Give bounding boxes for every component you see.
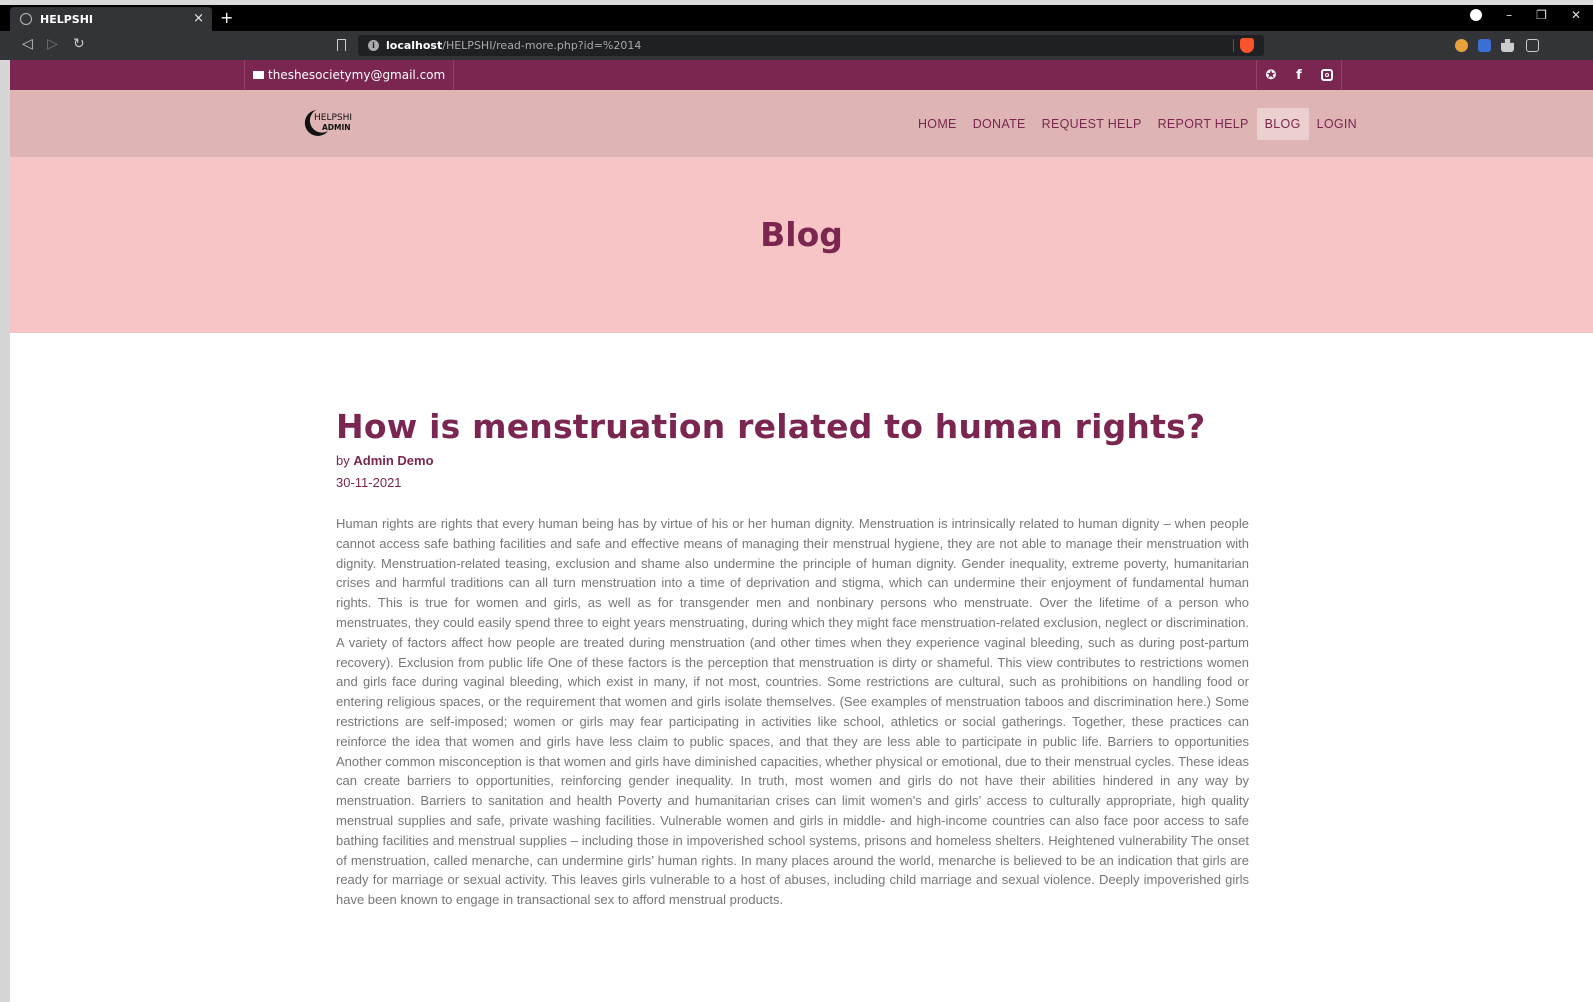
extension-icon[interactable]: [1455, 39, 1468, 52]
nav-menu: HOME DONATE REQUEST HELP REPORT HELP BLO…: [910, 108, 1365, 140]
article-title: How is menstruation related to human rig…: [336, 407, 1206, 446]
article-body: Human rights are rights that every human…: [336, 516, 1249, 908]
close-window-icon[interactable]: ✕: [1571, 8, 1581, 22]
address-bar: ◁ ▷ ↻ i localhost /HELPSHI/read-more.php…: [0, 31, 1593, 60]
restore-icon[interactable]: ❐: [1536, 8, 1547, 22]
tab-title: HELPSHI: [40, 12, 94, 26]
nav-login[interactable]: LOGIN: [1309, 108, 1365, 140]
instagram-icon[interactable]: [1313, 60, 1341, 90]
nav-report-help[interactable]: REPORT HELP: [1150, 108, 1257, 140]
brave-shield-icon[interactable]: [1240, 38, 1254, 53]
logo-line1: HELPSHI: [314, 113, 352, 123]
article-date: 30-11-2021: [336, 475, 402, 490]
wallet-icon[interactable]: [1526, 39, 1539, 52]
main-navbar: HELPSHI ADMIN HOME DONATE REQUEST HELP R…: [10, 90, 1593, 157]
forward-icon[interactable]: ▷: [47, 36, 58, 52]
globe-icon: [20, 13, 32, 25]
url-path: /HELPSHI/read-more.php?id=%2014: [442, 39, 642, 52]
nav-home[interactable]: HOME: [910, 108, 965, 140]
helpshi-logo[interactable]: HELPSHI ADMIN: [300, 107, 364, 139]
facebook-icon[interactable]: f: [1285, 60, 1313, 90]
url-field[interactable]: i localhost /HELPSHI/read-more.php?id=%2…: [358, 35, 1264, 56]
blog-article: How is menstruation related to human rig…: [336, 405, 1249, 910]
new-tab-icon[interactable]: +: [220, 8, 233, 27]
bookmark-icon[interactable]: [337, 39, 346, 51]
left-edge: [0, 60, 10, 1002]
contact-email[interactable]: theshesocietymy@gmail.com: [244, 60, 455, 90]
twitter-icon[interactable]: ✪: [1257, 60, 1285, 90]
page-title: Blog: [760, 214, 843, 254]
url-host: localhost: [386, 39, 443, 52]
nav-request-help[interactable]: REQUEST HELP: [1034, 108, 1150, 140]
article-byline: by Admin Demo: [336, 453, 1249, 468]
nav-blog[interactable]: BLOG: [1256, 108, 1309, 140]
extension-icon[interactable]: [1478, 39, 1491, 52]
contact-email-text: theshesocietymy@gmail.com: [268, 68, 446, 82]
tab-bar: HELPSHI × + – ❐ ✕: [0, 5, 1593, 31]
social-links: ✪ f: [1256, 60, 1342, 90]
minimize-icon[interactable]: –: [1506, 8, 1512, 22]
article-author: Admin Demo: [353, 453, 434, 468]
logo-line2: ADMIN: [322, 123, 351, 132]
browser-window: HELPSHI × + – ❐ ✕ ◁ ▷ ↻ i localhost /HEL…: [0, 0, 1593, 1002]
tab-close-icon[interactable]: ×: [193, 11, 204, 26]
page-hero: Blog: [10, 157, 1593, 333]
extensions-puzzle-icon[interactable]: [1501, 39, 1514, 52]
profile-icon[interactable]: [1470, 9, 1483, 21]
url-divider: [1233, 39, 1234, 52]
byline-prefix: by: [336, 453, 350, 468]
page-viewport: theshesocietymy@gmail.com ✪ f HELPSHI AD…: [10, 60, 1593, 1002]
nav-donate[interactable]: DONATE: [965, 108, 1034, 140]
browser-tab[interactable]: HELPSHI ×: [10, 7, 212, 31]
top-contact-bar: theshesocietymy@gmail.com ✪ f: [10, 60, 1593, 90]
window-controls: – ❐ ✕: [1470, 8, 1593, 22]
reload-icon[interactable]: ↻: [73, 36, 85, 52]
envelope-icon: [253, 71, 264, 79]
site-info-icon[interactable]: i: [368, 40, 379, 51]
back-icon[interactable]: ◁: [22, 36, 33, 52]
